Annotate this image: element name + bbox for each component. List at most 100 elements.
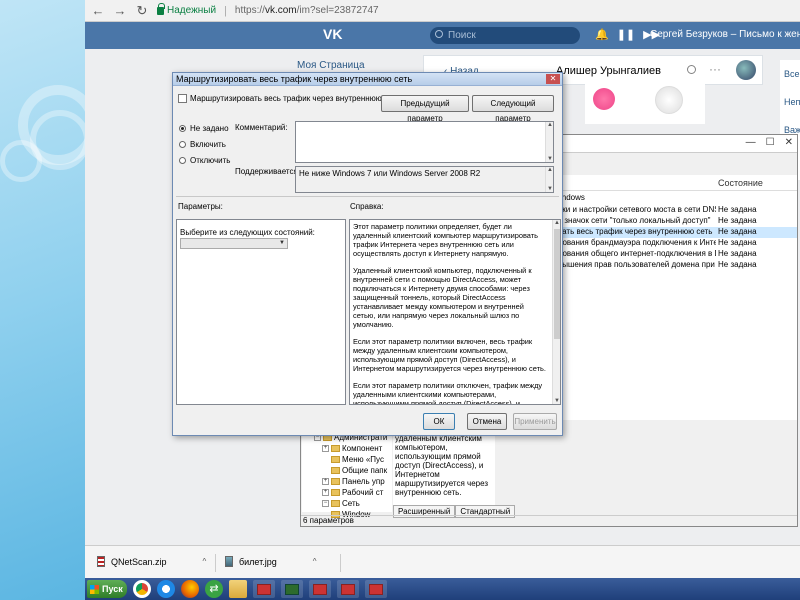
- policy-icon: [178, 94, 187, 103]
- folder-icon: [331, 500, 340, 507]
- more-icon[interactable]: ···: [709, 62, 721, 76]
- maximize-icon[interactable]: ☐: [766, 137, 775, 148]
- search-input[interactable]: Поиск: [430, 27, 580, 44]
- vk-header: VK Поиск 🔔 ❚❚ ▶▶ Сергей Безруков – Письм…: [85, 22, 800, 49]
- taskbar-toolbox-app[interactable]: [337, 580, 359, 598]
- pause-icon[interactable]: ❚❚: [617, 28, 635, 41]
- radio-disabled[interactable]: Отключить: [179, 156, 230, 165]
- close-icon[interactable]: ✕: [546, 74, 560, 84]
- vk-logo[interactable]: VK: [323, 26, 342, 42]
- tree-item[interactable]: + Панель упр: [302, 476, 392, 487]
- policy-setting-dialog: Маршрутизировать весь трафик через внутр…: [172, 72, 563, 436]
- status-bar: 6 параметров: [301, 515, 797, 527]
- help-panel: Этот параметр политики определяет, будет…: [349, 219, 561, 405]
- table-row[interactable]: рования брандмауэра подключения к Интерн…: [558, 238, 797, 249]
- select-state-label: Выберите из следующих состояний:: [180, 228, 315, 237]
- chevron-up-icon[interactable]: ^: [313, 557, 317, 566]
- supported-on-field: Не ниже Windows 7 или Windows Server 200…: [295, 166, 554, 193]
- chevron-down-icon: ▼: [279, 240, 285, 246]
- windows-logo-icon: [90, 584, 99, 594]
- folder-icon: [331, 478, 340, 485]
- cancel-button[interactable]: Отмена: [467, 413, 507, 430]
- now-playing-text[interactable]: Сергей Безруков – Письмо к женщи...: [650, 29, 800, 40]
- chevron-up-icon[interactable]: ^: [203, 557, 207, 566]
- state-column-header[interactable]: Состояние: [718, 178, 763, 188]
- table-row[interactable]: вки и настройки сетевого моста в сети DN…: [558, 205, 797, 216]
- table-row-selected[interactable]: вать весь трафик через внутреннюю сеть Не…: [558, 227, 797, 238]
- filter-all[interactable]: Все: [784, 60, 800, 88]
- taskbar-toolbox-app[interactable]: [253, 580, 275, 598]
- radio-not-configured[interactable]: Не задано: [179, 124, 229, 133]
- policy-list: indows Состояние вки и настройки сетевог…: [557, 175, 797, 420]
- help-scrollbar[interactable]: ▲ ▼: [552, 220, 560, 404]
- decorative-ring: [0, 140, 42, 182]
- help-paragraph: Этот параметр политики определяет, будет…: [353, 222, 538, 258]
- tree-item[interactable]: + Рабочий ст: [302, 487, 392, 498]
- chat-name[interactable]: Алишер Урынгалиев: [556, 65, 661, 77]
- tree-item[interactable]: − Сеть: [302, 498, 392, 509]
- list-header: Состояние: [558, 177, 797, 191]
- toolbox-icon: [369, 583, 383, 595]
- download-item[interactable]: QNetScan.zip ^: [97, 556, 206, 567]
- nav-my-page[interactable]: Моя Страница: [297, 60, 365, 71]
- start-button[interactable]: Пуск: [87, 580, 127, 598]
- firefox-icon[interactable]: [181, 580, 199, 598]
- next-setting-button[interactable]: Следующий параметр: [472, 95, 554, 123]
- tree-item[interactable]: Общие папк: [302, 465, 392, 476]
- folder-icon: [331, 489, 340, 496]
- help-paragraph: Удаленный клиентский компьютер, подключе…: [353, 266, 532, 329]
- comment-field[interactable]: ▲ ▼: [295, 121, 554, 163]
- apply-button[interactable]: Применить: [513, 413, 557, 430]
- folder-icon: [331, 445, 340, 452]
- state-dropdown[interactable]: ▼: [180, 238, 288, 249]
- folder-icon[interactable]: [229, 580, 247, 598]
- previous-setting-button[interactable]: Предыдущий параметр: [381, 95, 469, 123]
- comment-label: Комментарий:: [235, 123, 288, 132]
- search-icon[interactable]: [687, 65, 696, 74]
- policy-tree: − Администрати + Компонент Меню «Пус Общие…: [302, 432, 392, 519]
- help-paragraph: Если этот параметр политики отключен, тр…: [353, 381, 543, 405]
- table-row[interactable]: рования общего интернет-подключения в DN…: [558, 249, 797, 260]
- downloads-bar: QNetScan.zip ^ билет.jpg ^: [85, 545, 800, 578]
- avatar[interactable]: [736, 60, 756, 80]
- policy-description: удаленным клиентским компьютером, исполь…: [393, 432, 495, 512]
- close-icon[interactable]: ✕: [785, 137, 793, 148]
- taskbar-toolbox-app[interactable]: [365, 580, 387, 598]
- dialog-titlebar: Маршрутизировать весь трафик через внутр…: [173, 73, 562, 86]
- options-label: Параметры:: [178, 202, 223, 211]
- filter-unread[interactable]: Неп: [784, 88, 800, 116]
- flower-image: [655, 86, 683, 114]
- divider: [176, 196, 559, 197]
- secure-indicator[interactable]: Надежный: [157, 2, 216, 16]
- lock-icon: [157, 2, 165, 15]
- reload-icon[interactable]: ↻: [135, 3, 149, 18]
- taskbar-terminal-app[interactable]: [281, 580, 303, 598]
- terminal-icon: [285, 583, 299, 595]
- table-row[interactable]: вышения прав пользователей домена при за…: [558, 260, 797, 271]
- toolbox-icon: [257, 583, 271, 595]
- tree-item[interactable]: Меню «Пус: [302, 454, 392, 465]
- internet-explorer-icon[interactable]: [157, 580, 175, 598]
- zip-file-icon: [97, 556, 105, 567]
- bell-icon[interactable]: 🔔: [595, 28, 609, 41]
- help-label: Справка:: [350, 202, 384, 211]
- toolbox-icon: [341, 583, 355, 595]
- chrome-icon[interactable]: [133, 580, 151, 598]
- ok-button[interactable]: ОК: [423, 413, 455, 430]
- address-bar: ← → ↻ Надежный | https://vk.com/im?sel=2…: [85, 0, 800, 22]
- taskbar-toolbox-app[interactable]: [309, 580, 331, 598]
- radio-enabled[interactable]: Включить: [179, 140, 226, 149]
- tree-item[interactable]: + Компонент: [302, 443, 392, 454]
- download-item[interactable]: билет.jpg ^: [225, 556, 317, 567]
- back-arrow-icon[interactable]: ←: [91, 3, 105, 18]
- minimize-icon[interactable]: —: [746, 137, 756, 148]
- green-arrows-icon[interactable]: ⇄: [205, 580, 223, 598]
- folder-icon: [331, 456, 340, 463]
- table-row[interactable]: ь значок сети "только локальный доступ" Н…: [558, 216, 797, 227]
- taskbar: Пуск ⇄: [85, 578, 800, 600]
- url-text[interactable]: https://vk.com/im?sel=23872747: [235, 5, 379, 16]
- chat-image[interactable]: [585, 84, 705, 124]
- toolbox-icon: [313, 583, 327, 595]
- forward-arrow-icon[interactable]: →: [113, 3, 127, 18]
- image-file-icon: [225, 556, 233, 567]
